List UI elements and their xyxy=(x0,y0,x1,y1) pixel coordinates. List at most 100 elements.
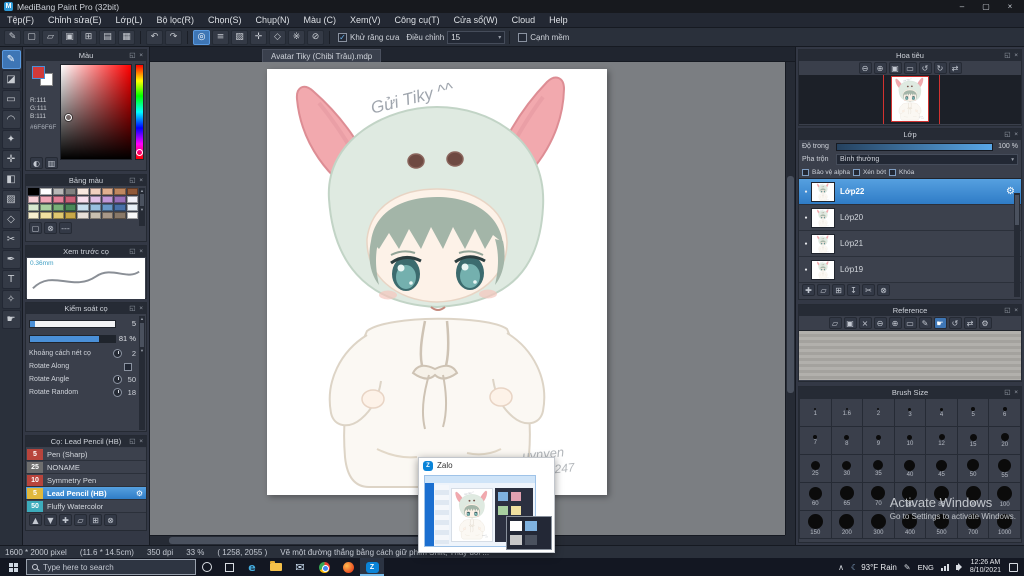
hue-cursor[interactable] xyxy=(136,149,143,156)
palette-swatch-4[interactable] xyxy=(77,188,89,195)
brush-size-7[interactable]: 7 xyxy=(800,427,831,454)
control-point-tool[interactable]: ✒ xyxy=(1,250,21,269)
cross-snap-icon[interactable]: ✛ xyxy=(250,29,267,45)
brush-size-65[interactable]: 65 xyxy=(831,483,863,510)
palette-swatch-25[interactable] xyxy=(114,204,126,211)
palette-swatch-6[interactable] xyxy=(101,188,114,195)
vertical-scrollbar[interactable] xyxy=(785,62,795,535)
palette-swatch-1[interactable] xyxy=(40,188,52,195)
clipping-checkbox[interactable] xyxy=(852,168,860,176)
ref-hand-icon[interactable]: ☛ xyxy=(933,317,947,329)
brush-size-700[interactable]: 700 xyxy=(957,511,989,538)
zalo-preview-popup[interactable]: Z Zalo xyxy=(418,457,555,553)
palette-swatch-3[interactable] xyxy=(64,188,77,195)
palette-swatch-16[interactable] xyxy=(114,196,126,203)
hand-tool[interactable]: ☛ xyxy=(1,310,21,329)
brush-size-70[interactable]: 70 xyxy=(863,483,894,510)
brush-size-35[interactable]: 35 xyxy=(863,455,894,482)
menu-item-7[interactable]: Xem(V) xyxy=(343,15,388,25)
restore-button[interactable]: ▢ xyxy=(974,2,998,11)
ref-settings-icon[interactable]: ⚙ xyxy=(978,317,992,329)
panel-popout-close-icons[interactable]: ◱ × xyxy=(129,437,144,445)
alpha-protect-checkbox[interactable] xyxy=(802,168,809,176)
palette-swatch-15[interactable] xyxy=(101,196,114,203)
hue-slider[interactable] xyxy=(135,64,144,160)
layer-row-Lớp21[interactable]: ● Lớp21 xyxy=(799,231,1021,257)
palette-swatch-32[interactable] xyxy=(89,212,101,219)
brush-size-4[interactable]: 4 xyxy=(926,399,957,426)
menu-item-9[interactable]: Cửa sổ(W) xyxy=(447,15,505,25)
brush-size-60[interactable]: 60 xyxy=(800,483,831,510)
gradient-tool[interactable]: ▨ xyxy=(1,190,21,209)
weather-widget[interactable]: ☾ 93°F Rain xyxy=(847,563,901,572)
palette-swatch-18[interactable] xyxy=(28,204,40,211)
foreground-color-swatch[interactable] xyxy=(32,66,45,79)
ref-zoom-in-icon[interactable]: ⊕ xyxy=(888,317,902,329)
menu-item-4[interactable]: Chọn(S) xyxy=(201,15,249,25)
brush-size-1.6[interactable]: 1.6 xyxy=(831,399,863,426)
rotate-angle-dial[interactable] xyxy=(113,375,122,384)
start-button[interactable] xyxy=(0,558,26,576)
palette-swatch-31[interactable] xyxy=(77,212,89,219)
palette-swatch-34[interactable] xyxy=(114,212,126,219)
grid-icon[interactable]: ▦ xyxy=(118,29,135,45)
palette-swatch-28[interactable] xyxy=(40,212,52,219)
eyedropper-tool[interactable]: ✧ xyxy=(1,290,21,309)
menu-item-3[interactable]: Bộ lọc(R) xyxy=(149,15,201,25)
panel-popout-close-icons[interactable]: ◱ × xyxy=(1004,306,1019,314)
soft-edge-checkbox[interactable]: Cạnh mềm xyxy=(518,32,569,42)
add-layer-folder-icon[interactable]: ▱ xyxy=(817,284,830,296)
taskbar-mail-button[interactable]: ✉ xyxy=(288,558,312,576)
layer-row-Lớp22[interactable]: ● Lớp22 ⚙ xyxy=(799,179,1021,205)
palette-swatch-29[interactable] xyxy=(52,212,64,219)
undo-icon[interactable]: ↶ xyxy=(146,29,163,45)
brush-spacing-row[interactable]: Khoảng cách nét cọ 2 xyxy=(29,347,136,360)
panel-popout-close-icons[interactable]: ◱ × xyxy=(1004,388,1019,396)
snap-off-icon[interactable]: ⊘ xyxy=(307,29,324,45)
ref-zoom-out-icon[interactable]: ⊖ xyxy=(873,317,887,329)
palette-swatch-19[interactable] xyxy=(40,204,52,211)
ref-eyedropper-icon[interactable]: ✎ xyxy=(918,317,932,329)
brush-lead-pencil-hb-[interactable]: 5 Lead Pencil (HB) ⚙ xyxy=(26,487,146,500)
taskbar-zalo-button[interactable]: Z xyxy=(360,558,384,576)
brush-size-40[interactable]: 40 xyxy=(894,455,926,482)
brush-size-400[interactable]: 400 xyxy=(894,511,926,538)
tray-expand-icon[interactable]: ∧ xyxy=(835,563,847,572)
palette-swatch-35[interactable] xyxy=(126,212,138,219)
task-view-button[interactable] xyxy=(218,558,240,576)
lasso-select-tool[interactable]: ◠ xyxy=(1,110,21,129)
document-tab[interactable]: Avatar Tiky (Chibi Trâu).mdp xyxy=(262,49,382,62)
brush-size-55[interactable]: 55 xyxy=(989,455,1020,482)
brush-size-200[interactable]: 200 xyxy=(831,511,863,538)
palette-swatch-13[interactable] xyxy=(77,196,89,203)
canvas[interactable] xyxy=(267,69,607,495)
language-indicator[interactable]: ENG xyxy=(914,563,938,572)
rotate-angle-row[interactable]: Rotate Angle 50 xyxy=(29,373,136,386)
fg-bg-swatches[interactable] xyxy=(30,65,58,89)
brush-icon[interactable]: ✎ xyxy=(4,29,21,45)
radial-snap-icon[interactable]: ※ xyxy=(288,29,305,45)
palette-swatch-17[interactable] xyxy=(126,196,138,203)
clear-layer-icon[interactable]: ✂ xyxy=(862,284,875,296)
brush-spacing-dial[interactable] xyxy=(113,349,122,358)
brush-size-90[interactable]: 90 xyxy=(957,483,989,510)
brush-size-45[interactable]: 45 xyxy=(926,455,957,482)
brush-size-3[interactable]: 3 xyxy=(894,399,926,426)
brush-size-12[interactable]: 12 xyxy=(926,427,957,454)
palette-swatch-9[interactable] xyxy=(28,196,40,203)
brush-size-30[interactable]: 30 xyxy=(831,455,863,482)
fill-tool[interactable]: ◧ xyxy=(1,170,21,189)
rotate-random-row[interactable]: Rotate Random 18 xyxy=(29,386,136,399)
rotate-right-icon[interactable]: ↻ xyxy=(933,62,947,74)
magic-wand-tool[interactable]: ✦ xyxy=(1,130,21,149)
taskbar-edge-button[interactable]: e xyxy=(240,558,264,576)
antialias-mode-icon[interactable]: ◎ xyxy=(193,29,210,45)
rotate-along-checkbox[interactable] xyxy=(124,362,132,371)
palette-swatch-21[interactable] xyxy=(64,204,77,211)
layer-opacity-slider[interactable] xyxy=(836,142,993,151)
palette-swatch-22[interactable] xyxy=(77,204,89,211)
palette-swatch-24[interactable] xyxy=(101,204,114,211)
copy-icon[interactable]: ⊞ xyxy=(80,29,97,45)
zalo-screenshot-thumbnail-2[interactable] xyxy=(506,516,552,550)
palette-swatch-12[interactable] xyxy=(64,196,77,203)
